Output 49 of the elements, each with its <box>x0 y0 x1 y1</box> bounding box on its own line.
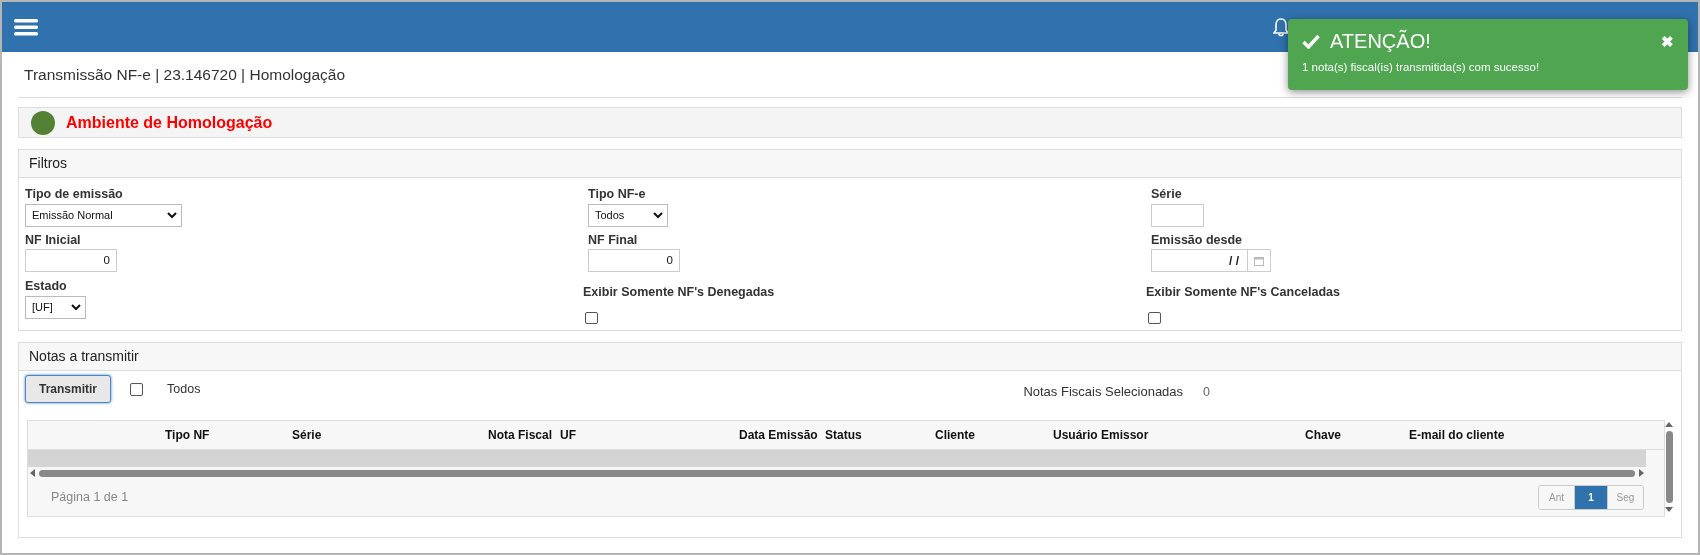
calendar-icon <box>1254 255 1264 266</box>
checkbox[interactable] <box>585 312 598 324</box>
select-field[interactable]: [UF] <box>25 296 86 319</box>
checkbox-label: Todos <box>167 380 201 398</box>
menu-icon[interactable] <box>14 17 38 37</box>
field-label: NF Inicial <box>25 232 81 248</box>
column-header[interactable]: Tipo NF <box>165 426 292 444</box>
column-header[interactable]: Série <box>292 426 488 444</box>
number-field[interactable]: 0 <box>588 249 680 272</box>
caret-icon <box>167 212 177 219</box>
column-header[interactable]: Nota Fiscal <box>488 426 560 444</box>
field-label: Emissão desde <box>1151 232 1242 248</box>
column-header[interactable]: E-mail do cliente <box>1409 426 1609 444</box>
field-label: Exibir Somente NF's Canceladas <box>1146 284 1340 300</box>
column-header[interactable]: Status <box>825 426 935 444</box>
checkbox[interactable] <box>130 382 144 396</box>
field-label: NF Final <box>588 232 638 248</box>
date-field[interactable]: / / <box>1151 249 1271 272</box>
environment-label: Ambiente de Homologação <box>66 112 273 133</box>
column-header[interactable]: Usuário Emissor <box>1053 426 1305 444</box>
checkbox[interactable] <box>1148 312 1161 324</box>
column-header[interactable]: Cliente <box>935 426 1053 444</box>
transmit-button[interactable]: Transmitir <box>25 375 112 403</box>
select-field[interactable]: Todos <box>588 204 668 227</box>
toast-message: 1 nota(s) fiscal(is) transmitida(s) com sucesso! <box>1302 60 1541 75</box>
page-info: Página 1 de 1 <box>51 489 129 507</box>
column-header[interactable]: UF <box>560 426 739 444</box>
field-label: Tipo NF-e <box>588 186 646 202</box>
column-header[interactable]: Data Emissão <box>739 426 825 444</box>
selected-label: Notas Fiscais Selecionadas <box>1023 383 1184 402</box>
bell-icon[interactable] <box>1273 18 1289 38</box>
page-title: Transmissão NF-e | 23.146720 | Homologação <box>24 64 346 85</box>
select-field[interactable]: Emissão Normal <box>25 204 182 227</box>
caret-icon <box>653 212 663 219</box>
field-label: Tipo de emissão <box>25 186 123 202</box>
input-field[interactable] <box>1151 204 1204 227</box>
selected-count: 0 <box>1203 383 1211 401</box>
caret-icon <box>71 304 81 311</box>
panel-title: Notas a transmitir <box>29 347 139 366</box>
page-button[interactable]: 1 <box>1575 486 1607 509</box>
column-header[interactable]: Chave <box>1305 426 1409 444</box>
field-label: Estado <box>25 278 67 294</box>
number-field[interactable]: 0 <box>25 249 117 272</box>
field-label: Exibir Somente NF's Denegadas <box>583 284 775 300</box>
field-label: Série <box>1151 186 1182 202</box>
checkmark-icon <box>1302 33 1320 49</box>
toast-title: ATENÇÃO! <box>1330 29 1431 53</box>
vertical-scrollbar[interactable] <box>1663 422 1675 512</box>
panel-title: Filtros <box>29 154 68 173</box>
